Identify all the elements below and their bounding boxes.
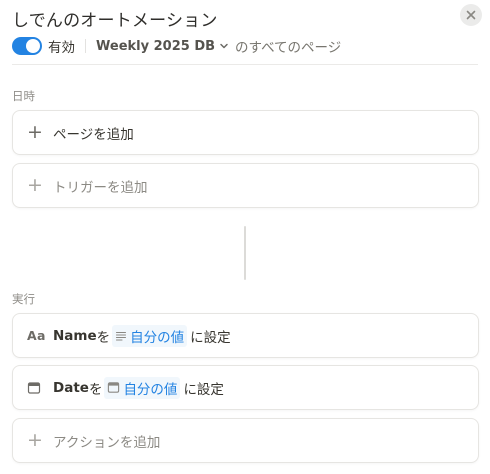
value-chip[interactable]: 自分の値: [104, 376, 181, 399]
value-chip-label: 自分の値: [130, 329, 185, 346]
action-property: Date: [53, 379, 89, 396]
add-trigger-button[interactable]: + トリガーを追加: [12, 163, 479, 208]
action-particle: を: [96, 329, 111, 346]
text-property-icon: Aa: [27, 328, 46, 343]
flow-connector: [244, 226, 246, 280]
toggle-label: 有効: [48, 40, 75, 56]
action-set-name[interactable]: Aa Name を 自分の値 に設定: [12, 313, 479, 358]
text-lines-icon: [116, 331, 127, 341]
action-set-date[interactable]: Date を 自分の値 に設定: [12, 365, 479, 410]
action-particle: を: [88, 381, 103, 398]
database-name: Weekly 2025 DB: [96, 38, 216, 54]
calendar-icon: [27, 381, 45, 395]
add-action-label: アクションを追加: [53, 434, 161, 451]
plus-icon: +: [27, 121, 43, 143]
add-trigger-label: トリガーを追加: [53, 179, 148, 196]
divider: [85, 39, 86, 53]
add-page-label: ページを追加: [53, 126, 134, 143]
add-action-button[interactable]: + アクションを追加: [12, 418, 479, 463]
plus-icon: +: [27, 429, 43, 451]
add-page-trigger[interactable]: + ページを追加: [12, 110, 479, 155]
close-icon: [466, 10, 476, 20]
scope-suffix: のすべてのページ: [235, 40, 342, 56]
action-suffix: に設定: [183, 381, 224, 398]
calendar-icon: [108, 382, 120, 393]
header-divider: [12, 64, 478, 65]
database-select[interactable]: Weekly 2025 DB: [96, 39, 229, 54]
automation-status-row: 有効 Weekly 2025 DB のすべてのページ: [12, 36, 341, 56]
value-chip-label: 自分の値: [123, 381, 178, 398]
value-chip[interactable]: 自分の値: [112, 324, 188, 347]
enabled-toggle[interactable]: [12, 37, 42, 55]
trigger-section-label: 日時: [12, 89, 35, 103]
action-property: Name: [53, 327, 97, 344]
action-suffix: に設定: [190, 329, 231, 346]
plus-icon: +: [27, 174, 43, 196]
page-title: しでんのオートメーション: [12, 11, 218, 31]
chevron-down-icon: [220, 43, 228, 49]
close-button[interactable]: [460, 4, 482, 26]
action-section-label: 実行: [12, 292, 35, 306]
